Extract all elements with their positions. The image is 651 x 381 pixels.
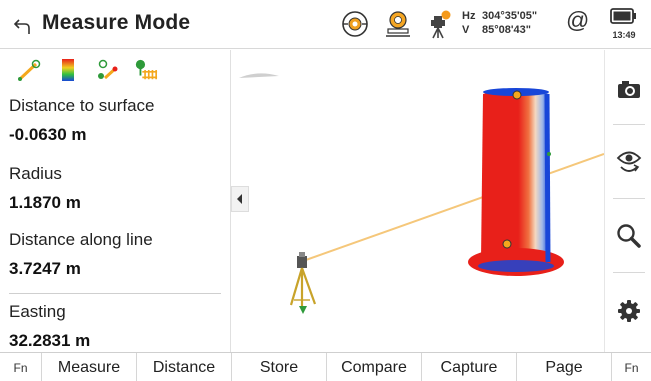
toolbar-divider — [613, 272, 645, 273]
zoom-button[interactable] — [605, 203, 651, 269]
view-orbit-button[interactable] — [605, 129, 651, 195]
field-label: Radius — [9, 164, 62, 183]
measure-mode-screen: Measure Mode Hz 304°35'05" V 85°08'43" @… — [0, 0, 651, 381]
compare-button[interactable]: Compare — [327, 353, 422, 381]
total-station-icon — [431, 10, 451, 39]
field-label: Distance to surface — [9, 96, 155, 115]
back-button[interactable] — [9, 14, 35, 40]
back-arrow-icon — [13, 19, 30, 34]
results-panel: Distance to surface -0.0630 m Radius 1.1… — [0, 50, 231, 352]
vegetation-icon — [135, 59, 158, 80]
compare-points-icon — [98, 59, 118, 80]
battery-status[interactable]: 13:49 — [609, 6, 639, 44]
magnifier-icon — [616, 224, 641, 248]
color-scale-icon — [62, 59, 74, 81]
field-value: 1.1870 m — [9, 193, 81, 212]
instrument-prism-icon — [386, 11, 410, 37]
tripod-station — [289, 252, 317, 314]
measure-button[interactable]: Measure — [42, 353, 137, 381]
color-scale-tool[interactable] — [56, 58, 80, 82]
page-button[interactable]: Page — [517, 353, 612, 381]
compare-points-tool[interactable] — [95, 58, 119, 82]
field-label: Easting — [9, 302, 66, 321]
hz-value: 304°35'05" — [482, 10, 538, 22]
field-value: 3.7247 m — [9, 259, 81, 278]
field-easting: Easting 32.2831 m — [0, 302, 90, 351]
header-bar: Measure Mode Hz 304°35'05" V 85°08'43" @… — [0, 0, 651, 49]
toolbar-divider — [613, 124, 645, 125]
hz-label: Hz — [462, 10, 476, 22]
softkey-bar: Fn Measure Distance Store Compare Captur… — [0, 352, 651, 381]
field-value: -0.0630 m — [9, 125, 87, 144]
v-value: 85°08'43" — [482, 24, 531, 36]
battery-icon — [610, 8, 636, 24]
scene-graphic — [239, 73, 604, 314]
total-station-button[interactable] — [423, 8, 455, 40]
capture-button[interactable]: Capture — [422, 353, 517, 381]
target-prism-button[interactable] — [339, 8, 371, 40]
settings-button[interactable] — [605, 278, 651, 344]
gear-icon — [617, 300, 640, 322]
distance-button[interactable]: Distance — [137, 353, 232, 381]
vegetation-tool[interactable] — [134, 58, 158, 82]
connection-status-icon[interactable]: @ — [566, 7, 589, 34]
horizon-marker — [239, 73, 279, 78]
field-distance-along-line: Distance along line 3.7247 m — [0, 230, 153, 279]
point-cloud-cylinder — [468, 88, 564, 276]
field-value: 32.2831 m — [9, 331, 91, 350]
measure-distance-tool[interactable] — [17, 58, 41, 82]
panel-divider — [9, 293, 221, 294]
tool-row — [0, 50, 230, 84]
collapse-panel-button[interactable] — [231, 186, 249, 212]
store-button[interactable]: Store — [232, 353, 327, 381]
fn-left-button[interactable]: Fn — [0, 353, 42, 381]
toolbar-divider — [613, 198, 645, 199]
chevron-left-icon — [237, 194, 242, 204]
camera-button[interactable] — [605, 56, 651, 122]
measurement-line — [302, 153, 604, 262]
prism-target-icon — [342, 11, 368, 37]
field-label: Distance along line — [9, 230, 153, 249]
v-label: V — [462, 24, 470, 36]
camera-icon — [617, 81, 640, 98]
measure-distance-icon — [18, 59, 41, 81]
fn-right-button[interactable]: Fn — [612, 353, 651, 381]
right-toolbar — [604, 50, 651, 352]
field-distance-to-surface: Distance to surface -0.0630 m — [0, 96, 155, 145]
instrument-status-button[interactable] — [382, 8, 414, 40]
angle-readout: Hz 304°35'05" V 85°08'43" — [462, 9, 537, 37]
page-title: Measure Mode — [42, 11, 191, 34]
clock-time: 13:49 — [612, 30, 636, 40]
eye-rotate-icon — [616, 151, 641, 172]
field-radius: Radius 1.1870 m — [0, 164, 81, 213]
point-cloud-viewport[interactable] — [231, 50, 604, 352]
